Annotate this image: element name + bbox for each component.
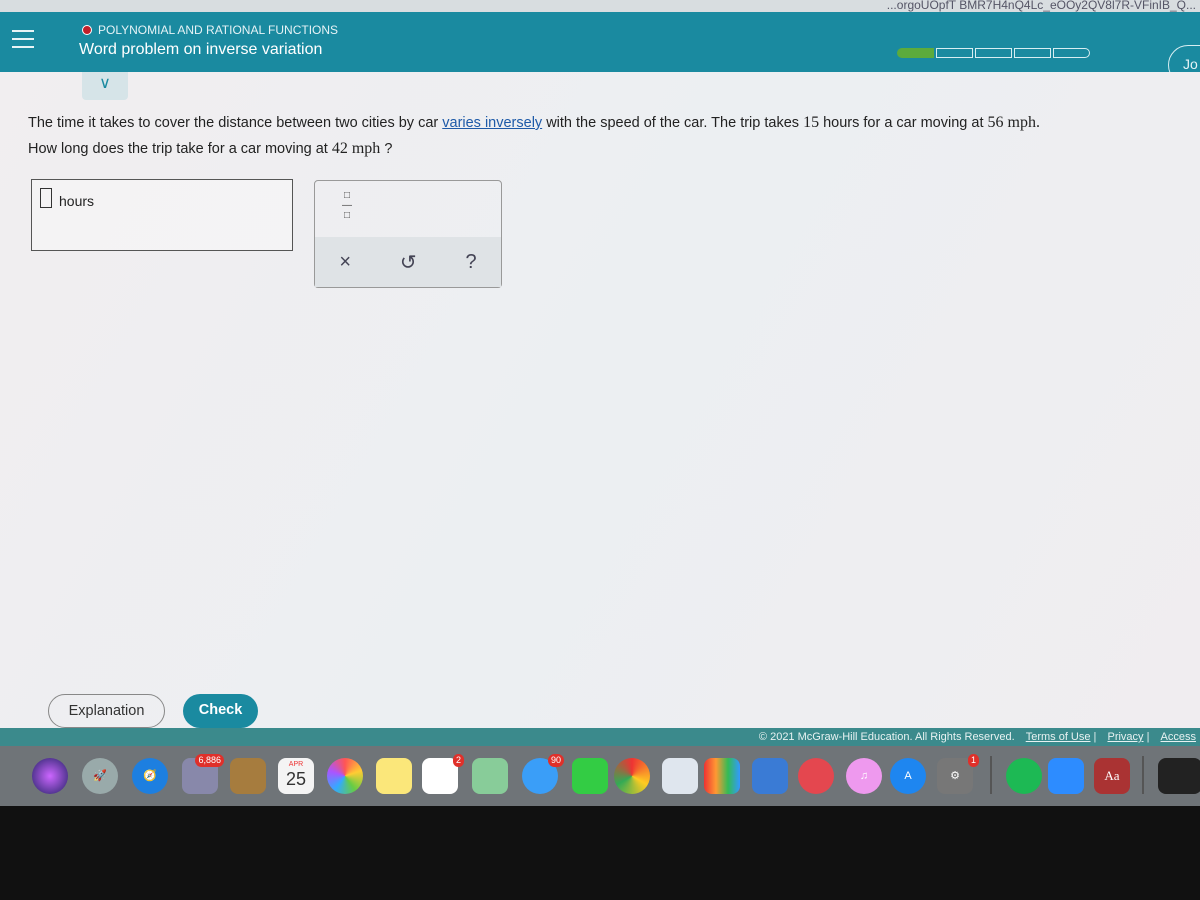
- messages-icon[interactable]: 90: [522, 754, 564, 794]
- dictionary-icon[interactable]: Aa: [1094, 758, 1130, 794]
- terms-link[interactable]: Terms of Use: [1026, 731, 1091, 743]
- answer-field[interactable]: [40, 188, 52, 208]
- progress-segment: [936, 48, 973, 58]
- math-toolbox: □ — □ × ↺ ?: [314, 180, 502, 288]
- answer-input[interactable]: hours: [31, 179, 293, 251]
- header: POLYNOMIAL AND RATIONAL FUNCTIONS Word p…: [0, 12, 1200, 85]
- maps-icon[interactable]: [472, 758, 508, 794]
- progress-segment: [1014, 48, 1051, 58]
- safari-icon[interactable]: 🧭: [132, 758, 168, 794]
- fraction-icon[interactable]: □ — □: [341, 191, 353, 221]
- help-icon[interactable]: ?: [465, 251, 476, 274]
- clear-icon[interactable]: ×: [339, 251, 351, 274]
- contacts-icon[interactable]: [230, 758, 266, 794]
- mail-badge: 6,886: [195, 754, 224, 767]
- check-button[interactable]: Check: [183, 694, 258, 728]
- photos-icon[interactable]: [327, 758, 363, 794]
- main-content: ∨ The time it takes to cover the distanc…: [0, 72, 1200, 735]
- news-icon[interactable]: [798, 758, 834, 794]
- numbers-icon[interactable]: [704, 758, 740, 794]
- mail-icon[interactable]: 6,886: [182, 754, 224, 794]
- calendar-day: 25: [285, 769, 307, 789]
- messages-badge: 90: [547, 754, 564, 767]
- reminders-icon[interactable]: 2: [422, 754, 464, 794]
- facetime-icon[interactable]: [572, 758, 608, 794]
- dock-separator: [990, 756, 992, 794]
- q-text: How long does the trip take for a car mo…: [28, 141, 332, 157]
- varies-inversely-link[interactable]: varies inversely: [442, 115, 542, 131]
- launchpad-icon[interactable]: 🚀: [82, 758, 118, 794]
- answer-unit: hours: [59, 193, 95, 209]
- page-title: Word problem on inverse variation: [79, 41, 323, 58]
- topic-label: POLYNOMIAL AND RATIONAL FUNCTIONS: [98, 23, 339, 37]
- progress-segment: [975, 48, 1012, 58]
- menu-icon[interactable]: [12, 30, 34, 48]
- topic: POLYNOMIAL AND RATIONAL FUNCTIONS: [82, 23, 338, 37]
- system-preferences-icon[interactable]: ⚙ 1: [937, 754, 979, 794]
- privacy-link[interactable]: Privacy: [1107, 731, 1143, 743]
- reminders-badge: 2: [452, 754, 464, 767]
- q-unit: mph.: [1003, 114, 1040, 131]
- q-number: 56: [987, 114, 1004, 131]
- explanation-button[interactable]: Explanation: [48, 694, 165, 728]
- q-text: with the speed of the car. The trip take…: [542, 115, 804, 131]
- q-text: hours for a car moving at: [819, 115, 988, 131]
- chevron-down-icon[interactable]: ∨: [82, 72, 128, 100]
- prefs-badge: 1: [967, 754, 979, 767]
- q-number: 15: [803, 114, 820, 131]
- keynote-icon[interactable]: [752, 758, 788, 794]
- q-unit: mph: [347, 140, 381, 157]
- zoom-icon[interactable]: [1048, 758, 1084, 794]
- siri-icon[interactable]: [32, 758, 68, 794]
- dock: 🚀 🧭 6,886 APR 25 2 90 ♫ A ⚙ 1 Aa: [0, 746, 1200, 806]
- q-text: The time it takes to cover the distance …: [28, 115, 443, 131]
- accessibility-link[interactable]: Access: [1161, 731, 1196, 743]
- chrome-icon[interactable]: [614, 758, 650, 794]
- footer: © 2021 McGraw-Hill Education. All Rights…: [0, 728, 1200, 746]
- preview-icon[interactable]: [662, 758, 698, 794]
- question-text: The time it takes to cover the distance …: [28, 110, 1040, 162]
- dock-separator: [1142, 756, 1144, 794]
- spotify-icon[interactable]: [1006, 758, 1042, 794]
- progress-segment: [1053, 48, 1090, 58]
- q-number: 42: [331, 140, 348, 157]
- progress-bar: [897, 48, 1090, 58]
- undo-icon[interactable]: ↺: [400, 250, 417, 275]
- calendar-icon[interactable]: APR 25: [278, 758, 314, 794]
- app-store-icon[interactable]: A: [890, 758, 926, 794]
- music-icon[interactable]: ♫: [846, 758, 882, 794]
- progress-segment: [897, 48, 934, 58]
- browser-url[interactable]: ...orgoUOpfT BMR7H4nQ4Lc_eOOy2QV8l7R-VFi…: [0, 0, 1200, 12]
- q-text: ?: [380, 141, 393, 157]
- notes-icon[interactable]: [376, 758, 412, 794]
- topic-dot-icon: [82, 25, 92, 35]
- window-thumbnail[interactable]: [1158, 758, 1200, 794]
- copyright: © 2021 McGraw-Hill Education. All Rights…: [758, 731, 1015, 743]
